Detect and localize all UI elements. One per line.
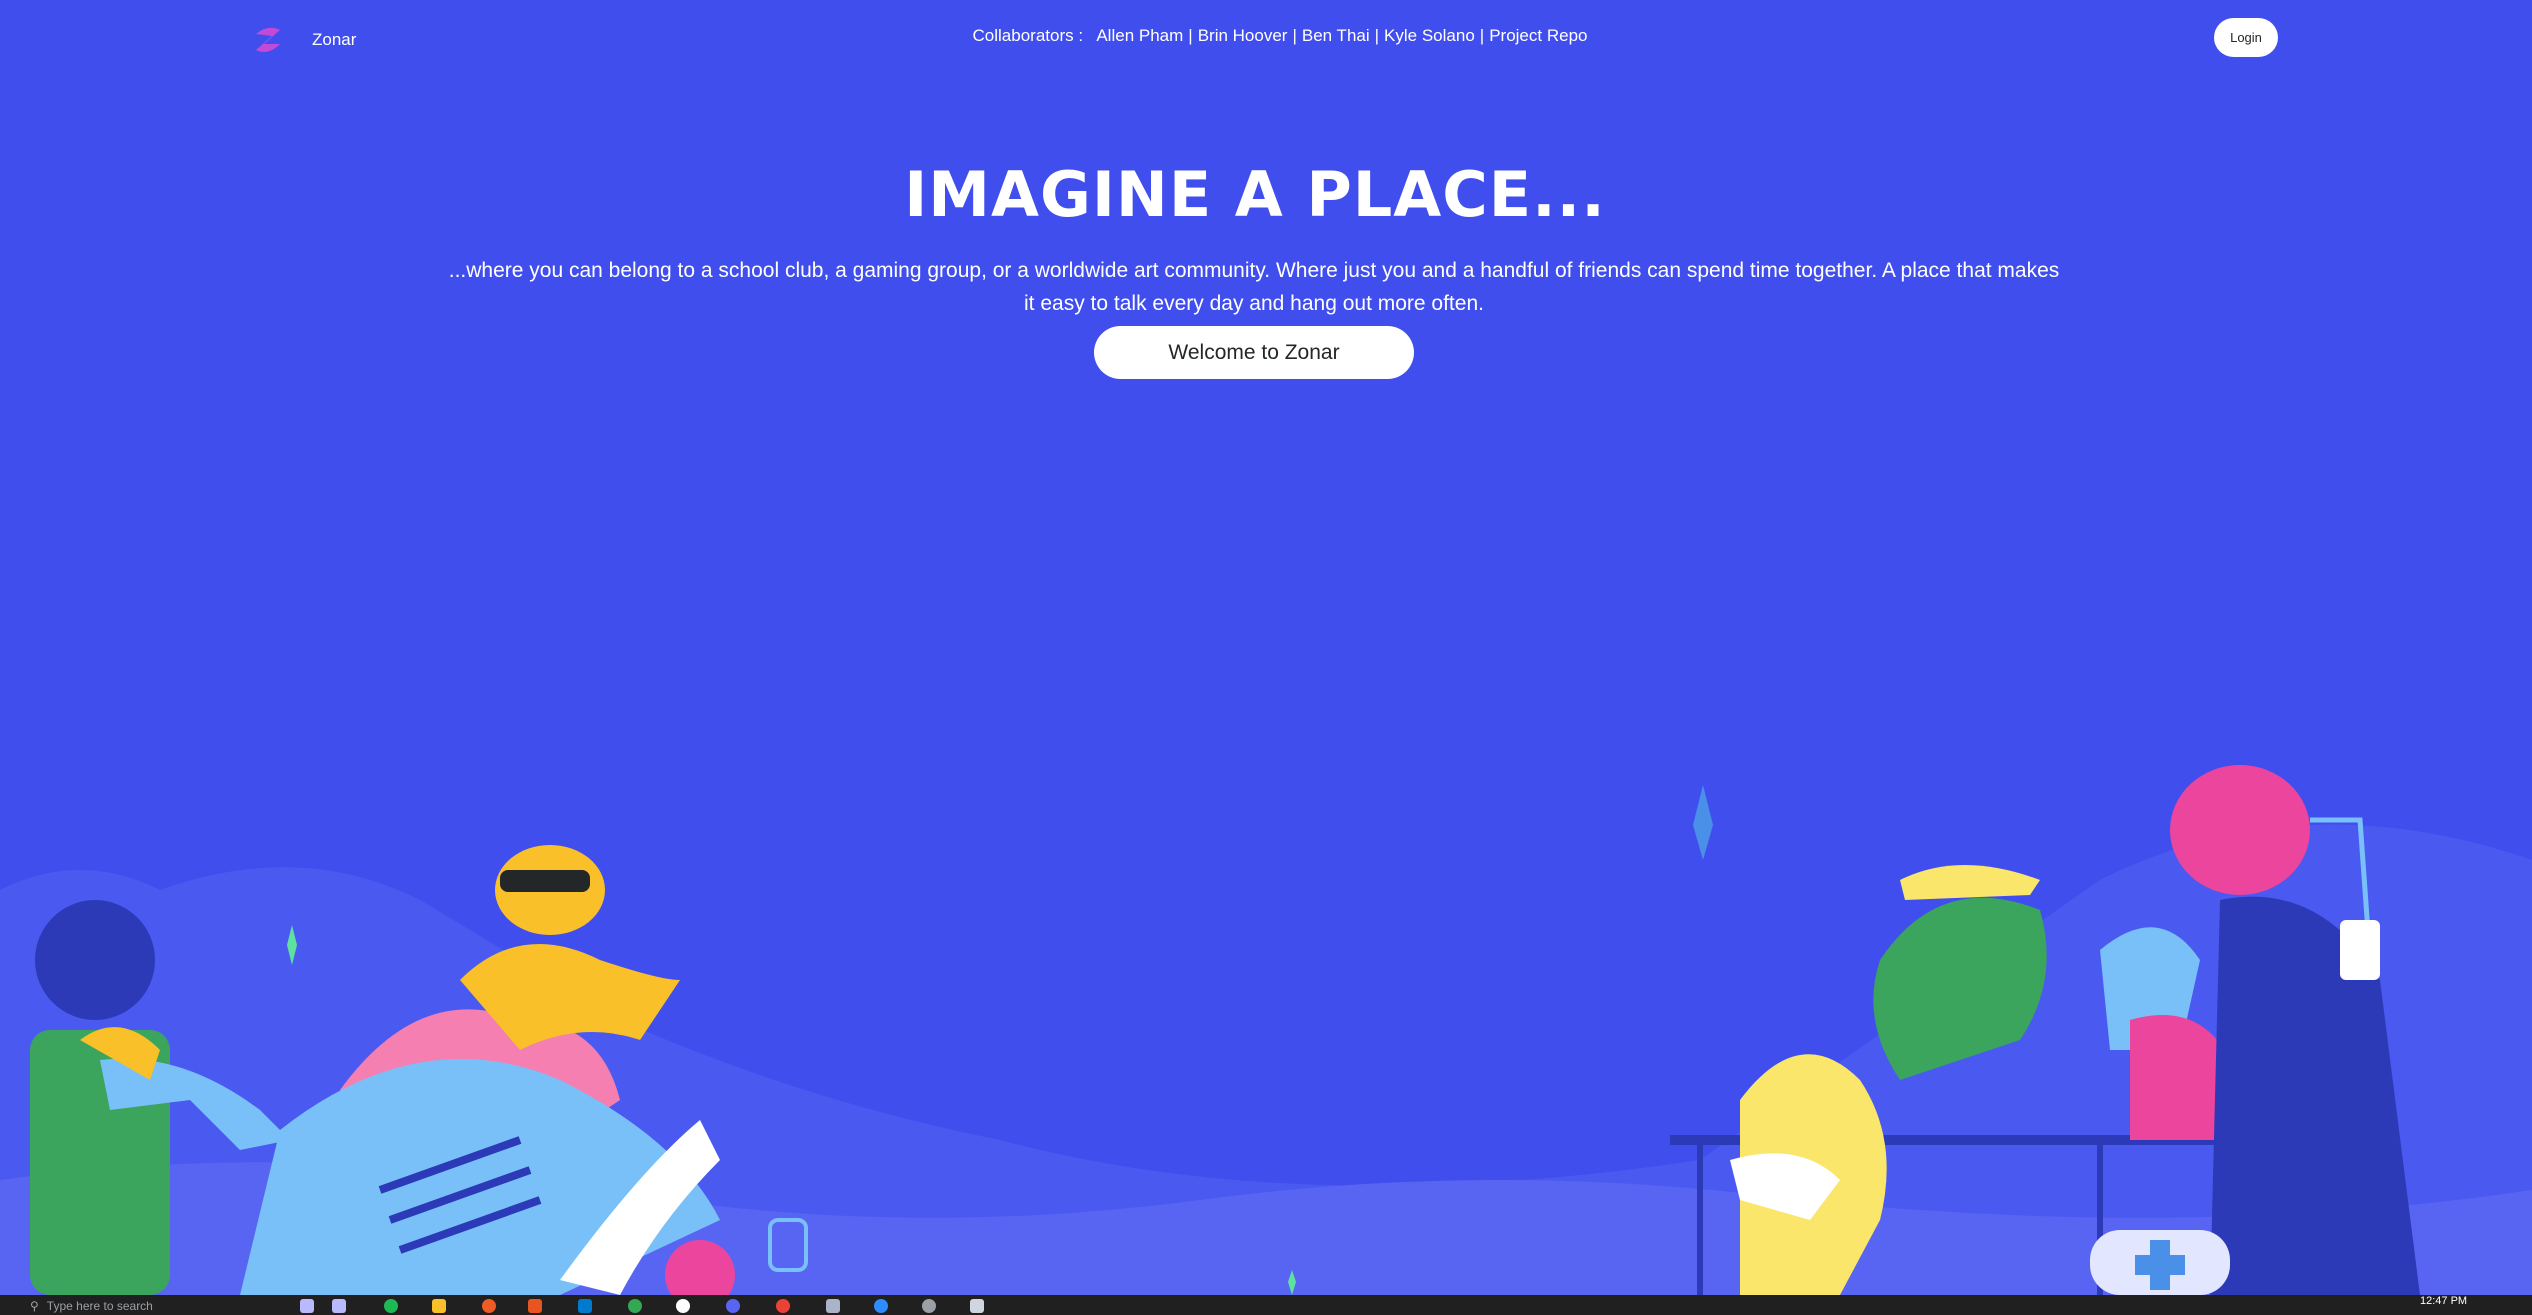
hero-title: IMAGINE A PLACE...	[904, 158, 1606, 231]
windows-taskbar: ⚲ Type here to search 12:47 PM	[0, 1295, 2532, 1315]
postman-icon[interactable]	[482, 1299, 496, 1313]
hero-description: ...where you can belong to a school club…	[448, 259, 2060, 315]
collaborators-bar: Collaborators : Allen Pham | Brin Hoover | B…	[972, 26, 1588, 45]
folder-icon[interactable]	[432, 1299, 446, 1313]
taskbar-search[interactable]: ⚲ Type here to search	[30, 1297, 290, 1315]
chrome-icon[interactable]	[628, 1299, 642, 1313]
ubuntu-icon[interactable]	[528, 1299, 542, 1313]
brand-name[interactable]: Zonar	[312, 30, 356, 50]
collaborator-link-kyle[interactable]: Kyle Solano	[1384, 26, 1475, 45]
project-repo-link[interactable]: Project Repo	[1489, 26, 1587, 45]
sparkle-icon	[1693, 785, 1713, 860]
discord-icon[interactable]	[726, 1299, 740, 1313]
spotify-icon[interactable]	[384, 1299, 398, 1313]
zonar-logo-icon[interactable]	[248, 20, 288, 60]
app-icon[interactable]	[676, 1299, 690, 1313]
app-icon[interactable]	[970, 1299, 984, 1313]
brand[interactable]: Zonar	[248, 20, 356, 60]
hero-illustration	[0, 765, 2532, 1295]
collaborators-label: Collaborators :	[972, 26, 1084, 45]
chrome-icon[interactable]	[776, 1299, 790, 1313]
taskbar-clock[interactable]: 12:47 PM	[2420, 1295, 2467, 1307]
welcome-button[interactable]: Welcome to Zonar	[1094, 326, 1414, 379]
top-nav: Zonar Collaborators : Allen Pham | Brin Ho…	[0, 0, 2532, 76]
collaborator-link-ben[interactable]: Ben Thai	[1302, 26, 1370, 45]
collaborator-link-allen[interactable]: Allen Pham	[1096, 26, 1183, 45]
login-button[interactable]: Login	[2214, 18, 2278, 57]
search-icon: ⚲	[30, 1299, 39, 1313]
taskbar-search-placeholder: Type here to search	[46, 1299, 153, 1313]
app-icon[interactable]	[922, 1299, 936, 1313]
vscode-icon[interactable]	[578, 1299, 592, 1313]
app-icon[interactable]	[826, 1299, 840, 1313]
zoom-icon[interactable]	[874, 1299, 888, 1313]
task-view-icon[interactable]	[300, 1299, 314, 1313]
app-icon[interactable]	[332, 1299, 346, 1313]
collaborator-link-brin[interactable]: Brin Hoover	[1198, 26, 1288, 45]
